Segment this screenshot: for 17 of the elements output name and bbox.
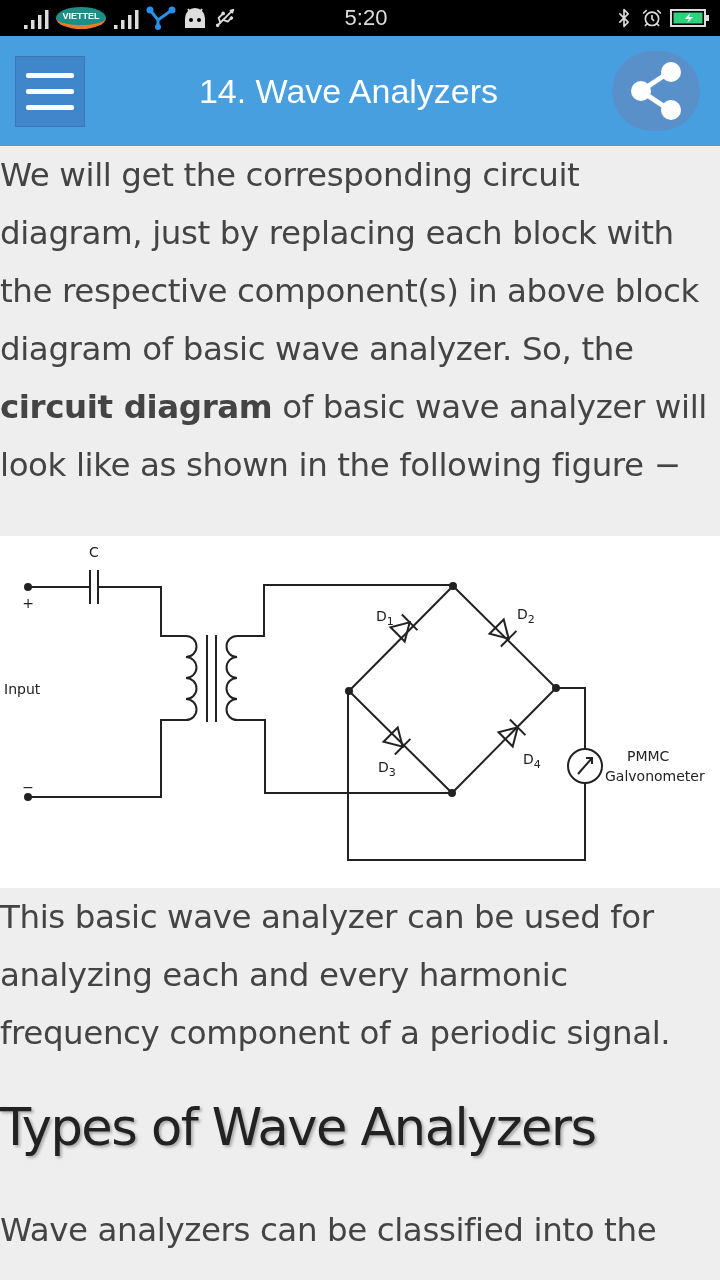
diagram-label: D$_{1}$	[376, 608, 394, 628]
diagram-label: −	[22, 779, 34, 795]
diagram-label: +	[22, 595, 34, 611]
diagram-label: D$_{4}$	[523, 751, 541, 771]
diagram-label: Galvonometer	[605, 768, 705, 784]
section-heading: Types of Wave Analyzers	[0, 1098, 597, 1157]
diagram-label: Input	[4, 681, 41, 697]
diagram-label: PMMC	[627, 748, 670, 764]
diagram-label: C	[89, 544, 99, 560]
body-paragraph: Wave analyzers can be classified into the	[0, 1210, 658, 1251]
diagram-label: D$_{3}$	[378, 759, 396, 779]
carrier-logo: VIETTEL	[56, 7, 106, 29]
body-paragraph: This basic wave analyzer can be used for analyzing each and every harmonic frequency component of a periodic signal.	[0, 897, 672, 1054]
body-paragraph: We will get the corresponding circuit diagram, just by replacing each block with the respective component(s) in above block diagram of basic wave analyzer. So, the circuit diagram of basic wave analyzer will look like as shown in the following figure −	[0, 155, 708, 486]
status-time: 5:20	[344, 5, 388, 31]
diagram-label: D$_{2}$	[517, 606, 535, 626]
page-title: 14. Wave Analyzers	[197, 71, 500, 111]
